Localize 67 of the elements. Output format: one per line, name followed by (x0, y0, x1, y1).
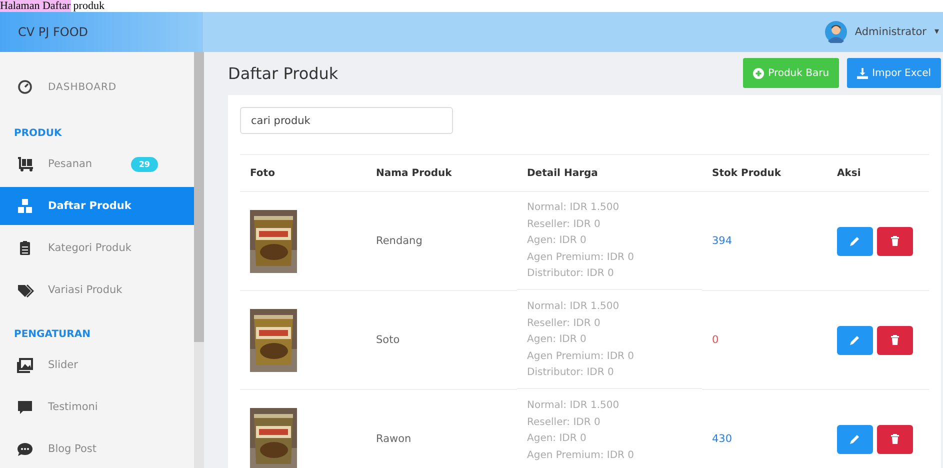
nav-item[interactable]: Kategori Produk (0, 229, 194, 267)
delete-button[interactable] (877, 326, 913, 354)
cart-icon (16, 156, 34, 172)
edit-button[interactable] (837, 326, 873, 354)
price-line: Agen: IDR 0 (527, 234, 586, 248)
boxes-icon (16, 198, 34, 214)
nav-item[interactable]: Daftar Produk (0, 187, 194, 225)
price-line: Normal: IDR 1.500 (527, 399, 620, 413)
price-line: Reseller: IDR 0 (527, 416, 600, 430)
new-product-button[interactable]: Produk Baru (743, 58, 840, 88)
trash-icon (889, 433, 901, 445)
speech-bubble-icon (16, 399, 34, 415)
price-line: Reseller: IDR 0 (527, 218, 600, 232)
price-line: Agen Premium: IDR 0 (527, 250, 634, 265)
edit-button[interactable] (837, 226, 873, 256)
pencil-icon (849, 235, 861, 247)
trash-icon (889, 235, 901, 247)
nav-item[interactable]: Variasi Produk (0, 271, 194, 309)
images-icon (16, 357, 34, 373)
user-name[interactable]: Administrator (854, 26, 926, 38)
price-line: Agen Premium: IDR 0 (527, 350, 634, 364)
nav-item[interactable]: Slider (0, 346, 194, 384)
tags-icon (16, 282, 34, 298)
product-name: Soto (376, 334, 400, 346)
nav-item[interactable]: Blog Post (0, 430, 194, 468)
plus-circle-icon (753, 68, 764, 78)
price-line: Distributor: IDR 0 (527, 366, 614, 380)
stock-count: 430 (712, 433, 732, 445)
column-header: Foto (240, 155, 366, 192)
nav-item[interactable]: Testimoni (0, 388, 194, 426)
count-badge: 29 (130, 156, 158, 172)
page-title: Daftar Produk (228, 64, 340, 82)
column-header: Stok Produk (702, 155, 827, 192)
chat-icon (16, 441, 34, 457)
import-button[interactable]: Impor Excel (847, 58, 941, 88)
section-heading: PRODUK (13, 127, 63, 141)
trash-icon (889, 334, 901, 346)
delete-button[interactable] (877, 424, 913, 454)
price-line: Agen: IDR 0 (527, 432, 586, 446)
price-line: Agen: IDR 0 (527, 333, 586, 348)
price-line: Normal: IDR 1.500 (527, 201, 620, 215)
pencil-icon (849, 334, 861, 346)
nav-item[interactable]: Pesanan 29 (0, 145, 194, 183)
avatar-icon[interactable] (824, 21, 847, 43)
scrollbar[interactable] (194, 52, 204, 468)
stock-count: 394 (712, 235, 732, 247)
dropdown-caret[interactable]: ▾ (934, 27, 939, 37)
nav-item[interactable]: DASHBOARD (0, 68, 194, 106)
price-line: Agen Premium: IDR 0 (527, 448, 634, 463)
column-header: Detail Harga (517, 155, 702, 192)
delete-button[interactable] (877, 226, 913, 256)
dashboard-icon (16, 79, 34, 95)
download-icon (857, 68, 868, 78)
column-header: Aksi (827, 155, 929, 192)
price-line: Reseller: IDR 0 (527, 316, 600, 331)
page-caption: Halaman Daftar produk (0, 0, 106, 12)
search-field[interactable]: cari produk (240, 107, 453, 134)
column-header: Nama Produk (366, 155, 517, 192)
price-line: Distributor: IDR 0 (527, 267, 614, 282)
product-name: Rendang (376, 235, 422, 247)
product-name: Rawon (376, 433, 412, 445)
price-line: Normal: IDR 1.500 (527, 300, 620, 314)
pencil-icon (849, 433, 861, 445)
brand-name: CV PJ FOOD (18, 25, 88, 39)
edit-button[interactable] (837, 424, 873, 454)
stock-count: 0 (712, 334, 719, 346)
section-heading: PENGATURAN (13, 328, 92, 342)
